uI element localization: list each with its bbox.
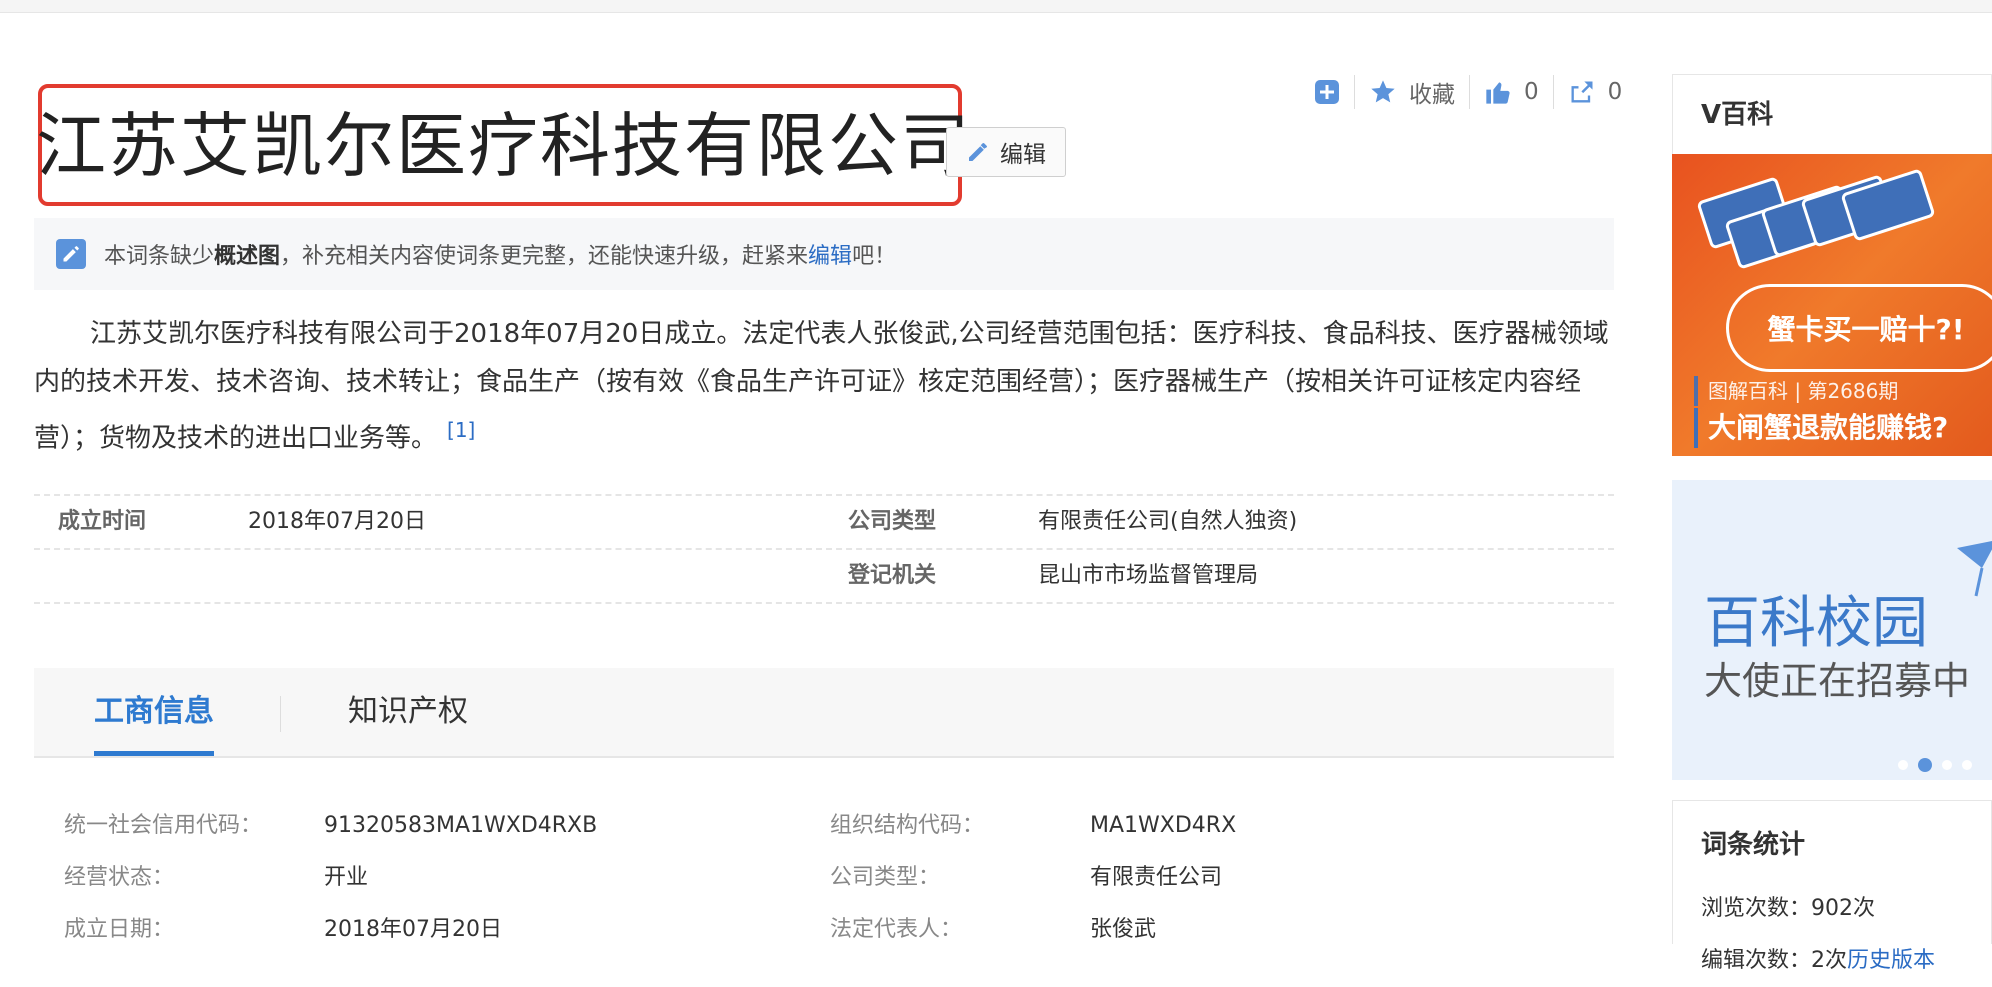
info-tabs: 工商信息 知识产权	[34, 668, 1614, 758]
share-count: 0	[1607, 79, 1623, 105]
tab-business-info[interactable]: 工商信息	[94, 668, 214, 756]
basic-info-key: 登记机关	[848, 563, 937, 588]
promo-subtitle: 图解百科 | 第2686期	[1694, 376, 1898, 406]
campus-ambassador-banner[interactable]: 百科校园 大使正在招募中	[1672, 480, 1992, 780]
basic-info-row: 登记机关 昆山市市场监督管理局	[34, 548, 1614, 604]
edit-button-label: 编辑	[1000, 142, 1046, 168]
promo-headline: 大闸蟹退款能赚钱?	[1694, 408, 1948, 448]
campus-subtitle: 大使正在招募中	[1704, 659, 1971, 703]
business-info-value: 开业	[324, 865, 369, 890]
basic-info-key: 公司类型	[848, 509, 937, 534]
carousel-dot-active[interactable]	[1918, 758, 1932, 772]
business-info-key: 统一社会信用代码：	[64, 813, 263, 838]
main-content: 江苏艾凯尔医疗科技有限公司 编辑 收藏 0 0 本词条缺少 概述图 ，补充相关内…	[0, 0, 1640, 944]
tip-edit-link[interactable]: 编辑	[808, 238, 852, 270]
business-info-key: 组织结构代码：	[830, 813, 985, 838]
business-info-value: 91320583MA1WXD4RXB	[324, 813, 598, 838]
summary-paragraph: 江苏艾凯尔医疗科技有限公司于2018年07月20日成立。法定代表人张俊武,公司经…	[34, 310, 1614, 463]
like-count: 0	[1524, 79, 1539, 105]
business-info-row: 经营状态： 开业 公司类型： 有限责任公司	[34, 852, 1614, 904]
tab-intellectual-property[interactable]: 知识产权	[348, 668, 468, 756]
basic-info-row: 成立时间 2018年07月20日 公司类型 有限责任公司(自然人独资)	[34, 494, 1614, 548]
stats-title: 词条统计	[1701, 830, 1806, 860]
business-info-row: 成立日期： 2018年07月20日 法定代表人： 张俊武	[34, 904, 1614, 956]
page-title: 江苏艾凯尔医疗科技有限公司	[36, 105, 972, 187]
thumbs-up-icon	[1484, 78, 1512, 106]
tip-missing-item: 概述图	[214, 244, 281, 269]
vbaike-promo-banner[interactable]: 蟹卡买一赔十?! 图解百科 | 第2686期 大闸蟹退款能赚钱?	[1672, 154, 1992, 456]
carousel-dots	[1898, 758, 1972, 772]
tip-middle: ，补充相关内容使词条更完整，还能快速升级，赶紧来	[280, 244, 809, 269]
summary-text: 江苏艾凯尔医疗科技有限公司于2018年07月20日成立。法定代表人张俊武,公司经…	[34, 319, 1609, 454]
views-count: 浏览次数：902次	[1701, 896, 1875, 921]
basic-info-key: 成立时间	[58, 509, 147, 534]
right-sidebar: V百科 蟹卡买一赔十?! 图解百科 | 第2686期 大闸蟹退款能赚钱? 百科校…	[1672, 74, 1992, 973]
star-icon	[1369, 78, 1397, 106]
like-button[interactable]: 0	[1470, 78, 1553, 106]
add-to-list-button[interactable]	[1300, 79, 1354, 105]
basic-info-value: 2018年07月20日	[248, 509, 426, 534]
history-versions-link[interactable]: 历史版本	[1847, 948, 1935, 973]
share-icon	[1568, 78, 1596, 106]
entry-actions: 收藏 0 0	[1300, 72, 1636, 112]
favorite-label: 收藏	[1409, 82, 1455, 108]
carousel-dot[interactable]	[1962, 760, 1972, 770]
carousel-dot[interactable]	[1898, 760, 1908, 770]
business-info-value: 2018年07月20日	[324, 917, 502, 942]
business-info-key: 公司类型：	[830, 865, 941, 890]
business-info-grid: 统一社会信用代码： 91320583MA1WXD4RXB 组织结构代码： MA1…	[34, 800, 1614, 956]
business-info-value: 张俊武	[1090, 917, 1157, 942]
edits-label: 编辑次数：	[1701, 948, 1812, 973]
tip-suffix: 吧！	[852, 244, 897, 269]
missing-image-tip: 本词条缺少 概述图 ，补充相关内容使词条更完整，还能快速升级，赶紧来 编辑 吧！	[34, 218, 1614, 290]
basic-info-value: 昆山市市场监督管理局	[1038, 563, 1259, 588]
plus-square-icon	[1314, 79, 1340, 105]
carousel-dot[interactable]	[1942, 760, 1952, 770]
business-info-key: 法定代表人：	[830, 917, 963, 942]
edits-count-line: 编辑次数：2次历史版本	[1701, 935, 1991, 987]
business-info-value: MA1WXD4RX	[1090, 813, 1237, 838]
edit-button[interactable]: 编辑	[946, 127, 1066, 177]
vbaike-title: V百科	[1672, 74, 1992, 154]
kite-icon	[1952, 538, 1992, 602]
promo-bubble-text: 蟹卡买一赔十?!	[1726, 284, 1992, 372]
pencil-icon	[966, 140, 990, 164]
campus-title: 百科校园	[1704, 591, 1928, 656]
share-button[interactable]: 0	[1554, 78, 1637, 106]
basic-info-value: 有限责任公司(自然人独资)	[1038, 509, 1298, 534]
reference-link[interactable]: [1]	[447, 418, 475, 442]
edits-value: 2次	[1811, 948, 1848, 973]
entry-stats-card: 词条统计 浏览次数：902次 编辑次数：2次历史版本	[1672, 800, 1992, 973]
basic-info-table: 成立时间 2018年07月20日 公司类型 有限责任公司(自然人独资) 登记机关…	[34, 494, 1614, 604]
business-info-row: 统一社会信用代码： 91320583MA1WXD4RXB 组织结构代码： MA1…	[34, 800, 1614, 852]
business-info-value: 有限责任公司	[1090, 865, 1223, 890]
tab-divider	[280, 696, 281, 732]
business-info-key: 经营状态：	[64, 865, 175, 890]
favorite-button[interactable]: 收藏	[1355, 75, 1469, 109]
tip-prefix: 本词条缺少	[104, 244, 215, 269]
business-info-key: 成立日期：	[64, 917, 175, 942]
edit-note-icon	[56, 239, 86, 269]
